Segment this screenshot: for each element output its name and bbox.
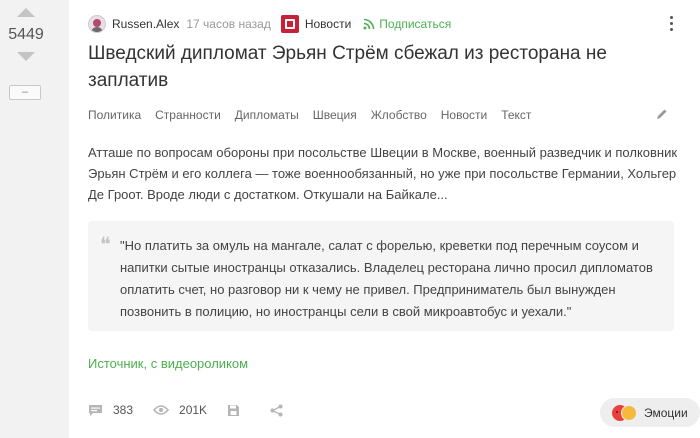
- rating-value: 5449: [8, 26, 44, 43]
- reactions-button[interactable]: Эмоции: [600, 398, 700, 427]
- subscribe-icon: [363, 18, 375, 30]
- subscribe-label: Подписаться: [379, 17, 452, 31]
- arrow-up-icon[interactable]: [17, 8, 35, 17]
- community-link[interactable]: Новости: [305, 17, 351, 31]
- post-card: Russen.Alex 17 часов назад Новости Подпи…: [69, 0, 700, 438]
- tag[interactable]: Текст: [501, 108, 531, 122]
- quote-text: "Но платить за омуль на мангале, салат с…: [120, 238, 653, 319]
- save-icon: [228, 404, 240, 416]
- comments-icon: [89, 404, 102, 416]
- quote-icon: ❝: [100, 232, 111, 256]
- post-title[interactable]: Шведский дипломат Эрьян Стрём сбежал из …: [88, 40, 608, 94]
- views-icon: [153, 405, 170, 415]
- author-link[interactable]: Russen.Alex: [112, 17, 179, 31]
- post-body: Атташе по вопросам обороны при посольств…: [88, 145, 678, 202]
- share-button[interactable]: [270, 404, 293, 417]
- emoji-icon: [612, 404, 637, 421]
- edit-icon[interactable]: [656, 108, 668, 120]
- source-link[interactable]: Источник, с видеороликом: [88, 356, 248, 371]
- post-header: Russen.Alex 17 часов назад Новости Подпи…: [88, 14, 451, 34]
- reactions-label: Эмоции: [644, 405, 688, 420]
- post-footer: 383 201K: [88, 403, 313, 417]
- tag[interactable]: Странности: [155, 108, 221, 122]
- tag[interactable]: Швеция: [313, 108, 357, 122]
- tag-list: Политика Странности Дипломаты Швеция Жло…: [88, 108, 545, 122]
- subscribe-button[interactable]: Подписаться: [363, 17, 451, 31]
- arrow-down-icon[interactable]: [17, 52, 35, 61]
- views-stat: 201K: [153, 403, 207, 417]
- post-time: 17 часов назад: [186, 17, 271, 31]
- collapse-button[interactable]: –: [9, 85, 41, 100]
- tag[interactable]: Жлобство: [371, 108, 427, 122]
- avatar[interactable]: [88, 15, 106, 33]
- quote-block: ❝ "Но платить за омуль на мангале, салат…: [88, 221, 674, 331]
- views-count: 201K: [179, 403, 208, 417]
- tag[interactable]: Дипломаты: [235, 108, 299, 122]
- community-icon[interactable]: [280, 15, 299, 33]
- tag[interactable]: Новости: [441, 108, 487, 122]
- share-icon: [270, 404, 283, 416]
- comments-count: 383: [113, 403, 134, 417]
- comments-button[interactable]: 383: [88, 403, 133, 417]
- rating-column: 5449 –: [0, 0, 52, 438]
- tag[interactable]: Политика: [88, 108, 141, 122]
- more-icon[interactable]: [664, 16, 678, 32]
- save-button[interactable]: [227, 404, 250, 417]
